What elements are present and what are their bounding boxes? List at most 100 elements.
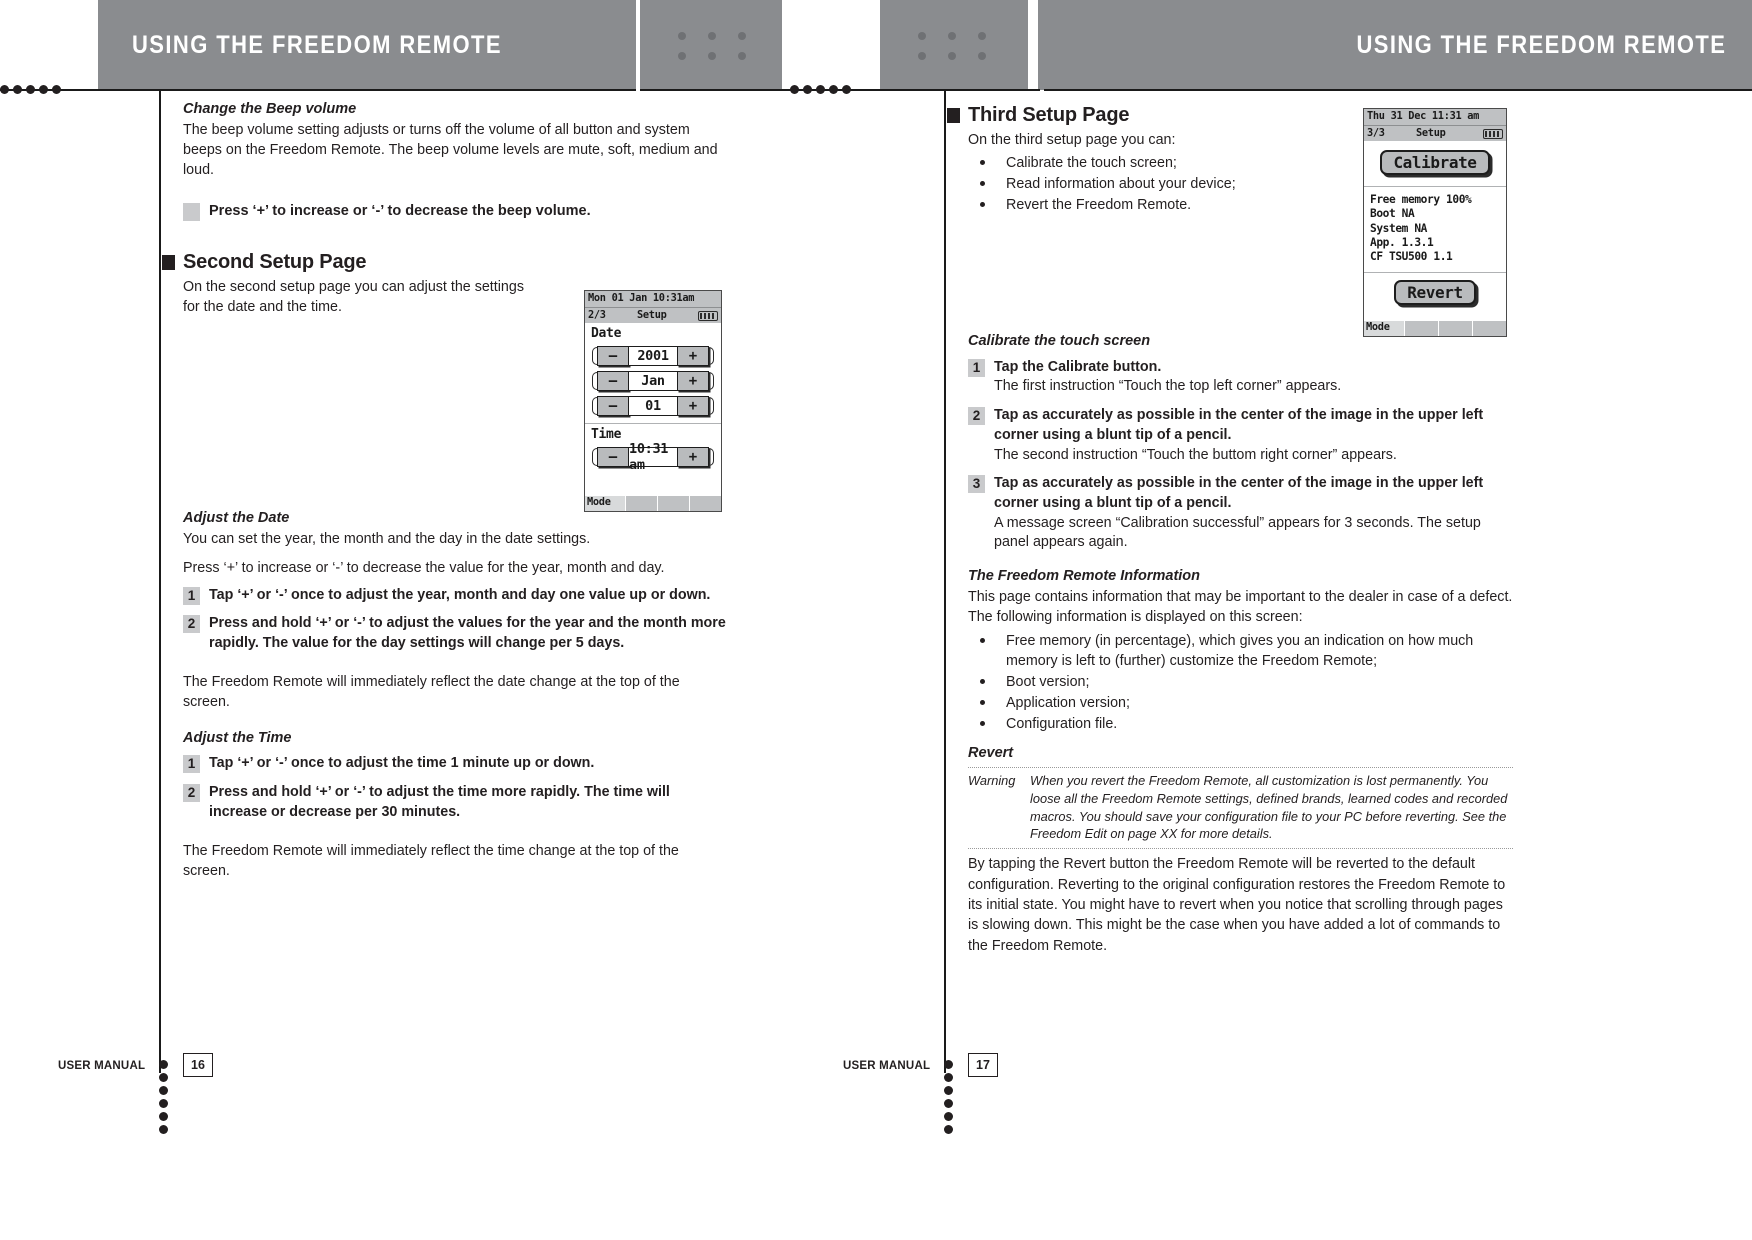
step-number: 3 (968, 475, 985, 494)
lcd-page-indicator: 2/3 (588, 309, 606, 321)
dot-grid-icon (880, 32, 1028, 60)
section-marker-icon (947, 108, 960, 123)
lcd-day-stepper[interactable]: – 01 + (592, 395, 714, 417)
step-text: Tap ‘+’ or ‘-’ once to adjust the year, … (209, 586, 711, 603)
paragraph-adjust-date-1: You can set the year, the month and the … (183, 531, 591, 548)
heading-second-setup-page: Second Setup Page (162, 250, 728, 274)
month-decrease-button[interactable]: – (597, 371, 629, 391)
calibrate-button[interactable]: Calibrate (1380, 150, 1490, 175)
list-item: Boot version; (968, 672, 1513, 693)
list-information-items: Free memory (in percentage), which gives… (968, 631, 1513, 735)
column-rule-right (944, 89, 946, 1073)
heading-second-setup-text: Second Setup Page (183, 250, 367, 273)
bullet-icon (980, 700, 985, 706)
paragraph-date-closing: The Freedom Remote will immediately refl… (183, 673, 680, 711)
step-number: 1 (968, 358, 985, 377)
time-value: 10:31 am (629, 441, 677, 473)
footer-label-right: USER MANUAL (843, 1060, 931, 1072)
step-subtext: The first instruction “Touch the top lef… (994, 378, 1342, 395)
revert-button[interactable]: Revert (1394, 279, 1476, 305)
heading-adjust-the-date: Adjust the Date (183, 510, 290, 527)
year-decrease-button[interactable]: – (597, 346, 629, 366)
time-increase-button[interactable]: + (677, 447, 709, 467)
step-number: 1 (183, 586, 200, 605)
header-rule-left (0, 89, 636, 91)
step-item: 2 Press and hold ‘+’ or ‘-’ to adjust th… (183, 783, 728, 822)
battery-icon (698, 311, 718, 321)
month-increase-button[interactable]: + (677, 371, 709, 391)
lcd-page-title: Setup (637, 309, 667, 321)
info-config-file: CF TSU500 1.1 (1370, 250, 1453, 264)
paragraph-adjust-date-2: Press ‘+’ to increase or ‘-’ to decrease… (183, 560, 665, 577)
lcd-screen-second-setup-page: Mon 01 Jan 10:31am 2/3 Setup Date – 2001… (584, 290, 722, 512)
step-item: 2 Tap as accurately as possible in the c… (968, 406, 1513, 465)
lcd-mode-bar[interactable]: Mode (1364, 321, 1506, 336)
list-item-text: Free memory (in percentage), which gives… (1006, 632, 1474, 670)
header-banner-left: USING THE FREEDOM REMOTE (98, 0, 636, 90)
step-item: 1 Tap ‘+’ or ‘-’ once to adjust the time… (183, 754, 728, 774)
lcd-month-stepper[interactable]: – Jan + (592, 370, 714, 392)
header-dot-block-b (880, 0, 1028, 90)
header-title-left: USING THE FREEDOM REMOTE (132, 31, 502, 59)
heading-freedom-remote-information: The Freedom Remote Information (968, 568, 1201, 585)
list-item-text: Calibrate the touch screen; (1006, 155, 1177, 172)
lcd-statusbar: Thu 31 Dec 11:31 am (1364, 109, 1506, 125)
list-item-text: Configuration file. (1006, 716, 1118, 733)
day-value: 01 (629, 396, 677, 416)
step-number: 2 (183, 615, 200, 634)
warning-block: Warning When you revert the Freedom Remo… (968, 766, 1513, 850)
decor-dots-middle (790, 85, 851, 95)
note-marker-icon (183, 202, 200, 221)
bullet-icon (980, 637, 985, 643)
lcd-page-title: Setup (1416, 127, 1446, 139)
header-title-right: USING THE FREEDOM REMOTE (1356, 31, 1726, 59)
heading-change-beep-volume: Change the Beep volume (183, 101, 357, 117)
time-decrease-button[interactable]: – (597, 447, 629, 467)
lcd-date-label: Date (591, 326, 622, 341)
step-subtext: The second instruction “Touch the buttom… (994, 446, 1397, 463)
step-item: 1 Tap the Calibrate button. The first in… (968, 358, 1513, 397)
day-decrease-button[interactable]: – (597, 396, 629, 416)
lcd-time-stepper[interactable]: – 10:31 am + (592, 441, 714, 473)
mode-cell[interactable] (1438, 321, 1472, 336)
stepper-cap-right (709, 397, 714, 415)
heading-revert: Revert (968, 744, 1014, 761)
header-dot-block-a (640, 0, 782, 90)
lcd-year-stepper[interactable]: – 2001 + (592, 345, 714, 367)
battery-icon (1483, 129, 1503, 139)
heading-adjust-the-time: Adjust the Time (183, 729, 292, 746)
step-text: Press and hold ‘+’ or ‘-’ to adjust the … (209, 615, 726, 652)
step-text: Tap as accurately as possible in the cen… (994, 407, 1484, 443)
mode-cell[interactable] (657, 496, 689, 511)
paragraph-beep-volume: The beep volume setting adjusts or turns… (183, 121, 718, 179)
mode-cell[interactable] (1404, 321, 1438, 336)
mode-cell[interactable] (625, 496, 657, 511)
year-increase-button[interactable]: + (677, 346, 709, 366)
paragraph-information: This page contains information that may … (968, 589, 1513, 626)
list-item: Application version; (968, 693, 1513, 714)
mode-cell[interactable] (1472, 321, 1506, 336)
year-value: 2001 (629, 346, 677, 366)
step-text: Tap ‘+’ or ‘-’ once to adjust the time 1… (209, 755, 595, 772)
lcd-subbar: 3/3 Setup (1364, 125, 1506, 141)
lcd-subbar: 2/3 Setup (585, 307, 721, 323)
lcd-statusbar: Mon 01 Jan 10:31am (585, 291, 721, 307)
day-increase-button[interactable]: + (677, 396, 709, 416)
lcd-screen-third-setup-page: Thu 31 Dec 11:31 am 3/3 Setup Calibrate … (1363, 108, 1507, 337)
step-text: Press and hold ‘+’ or ‘-’ to adjust the … (209, 784, 670, 820)
lcd-mode-bar[interactable]: Mode (585, 496, 721, 511)
mode-button[interactable]: Mode (1364, 321, 1404, 336)
bullet-icon (980, 160, 985, 166)
info-free-memory: Free memory 100% (1370, 193, 1472, 206)
list-item: Free memory (in percentage), which gives… (968, 631, 1513, 673)
mode-cell[interactable] (689, 496, 721, 511)
step-item: 1 Tap ‘+’ or ‘-’ once to adjust the year… (183, 586, 728, 606)
mode-button[interactable]: Mode (585, 496, 625, 511)
step-item: 3 Tap as accurately as possible in the c… (968, 474, 1513, 553)
step-number: 2 (968, 407, 985, 426)
lcd-device-information: Free memory 100% Boot NA System NA App. … (1364, 187, 1506, 265)
stepper-cap-right (709, 347, 714, 365)
heading-third-setup-text: Third Setup Page (968, 104, 1130, 126)
lcd-divider (1364, 271, 1506, 273)
list-item: Configuration file. (968, 714, 1513, 735)
